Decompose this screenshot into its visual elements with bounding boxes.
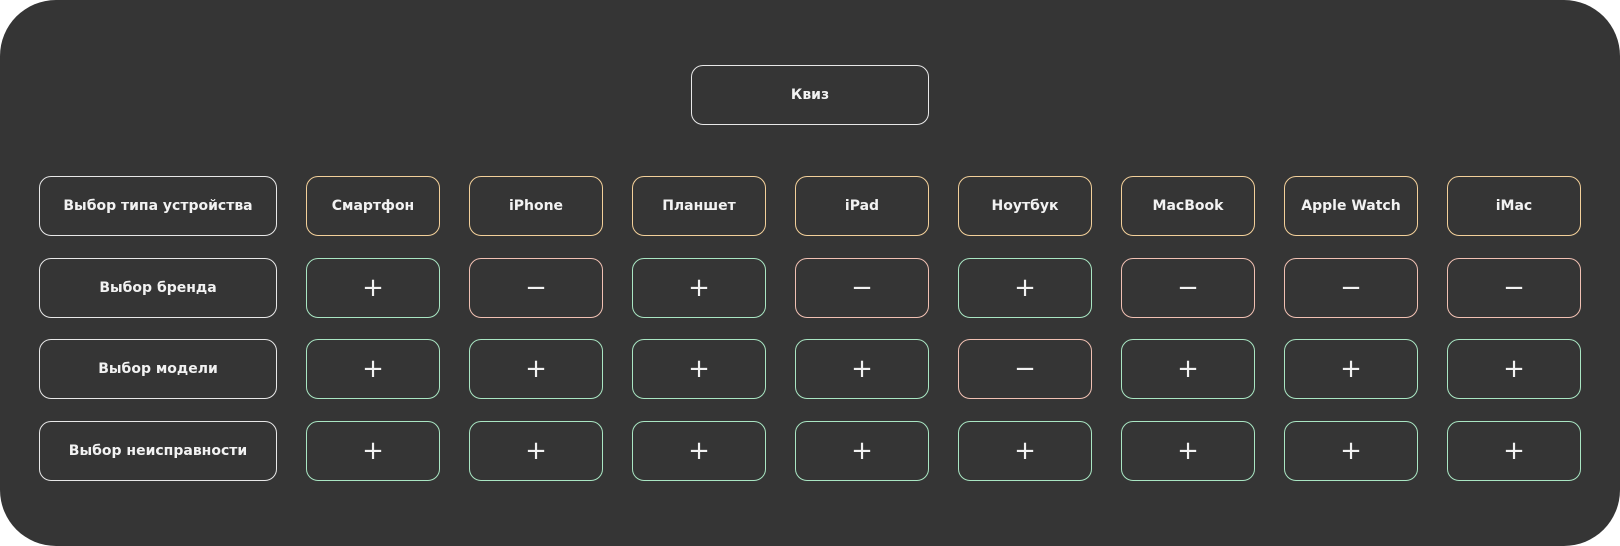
availability-cell-plus: + xyxy=(958,421,1092,481)
quiz-matrix-board: Квиз Выбор типа устройства Смартфон iPhone… xyxy=(0,0,1620,546)
availability-cell-plus: + xyxy=(1121,339,1255,399)
availability-cell-plus: + xyxy=(306,421,440,481)
availability-cell-plus: + xyxy=(306,258,440,318)
device-cell: iMac xyxy=(1447,176,1581,236)
device-cell: iPhone xyxy=(469,176,603,236)
plus-icon: + xyxy=(525,436,547,466)
availability-cell-plus: + xyxy=(469,339,603,399)
minus-icon: − xyxy=(851,273,873,303)
availability-cell-plus: + xyxy=(306,339,440,399)
device-cell: Ноутбук xyxy=(958,176,1092,236)
plus-icon: + xyxy=(362,436,384,466)
plus-icon: + xyxy=(362,354,384,384)
availability-cell-plus: + xyxy=(1121,421,1255,481)
plus-icon: + xyxy=(688,354,710,384)
plus-icon: + xyxy=(1340,436,1362,466)
availability-cell-minus: − xyxy=(1121,258,1255,318)
plus-icon: + xyxy=(1177,354,1199,384)
row-label-step: Выбор бренда xyxy=(39,258,277,318)
availability-cell-plus: + xyxy=(1447,339,1581,399)
minus-icon: − xyxy=(1014,354,1036,384)
availability-cell-minus: − xyxy=(469,258,603,318)
availability-cell-minus: − xyxy=(795,258,929,318)
device-cell: Смартфон xyxy=(306,176,440,236)
plus-icon: + xyxy=(1340,354,1362,384)
availability-cell-plus: + xyxy=(958,258,1092,318)
minus-icon: − xyxy=(1503,273,1525,303)
plus-icon: + xyxy=(688,436,710,466)
availability-cell-minus: − xyxy=(1447,258,1581,318)
row-label-device-type: Выбор типа устройства xyxy=(39,176,277,236)
availability-cell-plus: + xyxy=(795,421,929,481)
availability-cell-plus: + xyxy=(632,258,766,318)
plus-icon: + xyxy=(688,273,710,303)
plus-icon: + xyxy=(1014,273,1036,303)
availability-cell-plus: + xyxy=(1284,421,1418,481)
quiz-title: Квиз xyxy=(691,65,929,125)
row-label-step: Выбор неисправности xyxy=(39,421,277,481)
row-label-step: Выбор модели xyxy=(39,339,277,399)
availability-cell-plus: + xyxy=(632,421,766,481)
availability-cell-plus: + xyxy=(795,339,929,399)
availability-cell-minus: − xyxy=(1284,258,1418,318)
minus-icon: − xyxy=(1177,273,1199,303)
device-cell: Apple Watch xyxy=(1284,176,1418,236)
device-cell: MacBook xyxy=(1121,176,1255,236)
plus-icon: + xyxy=(1177,436,1199,466)
device-cell: iPad xyxy=(795,176,929,236)
availability-cell-minus: − xyxy=(958,339,1092,399)
availability-cell-plus: + xyxy=(469,421,603,481)
availability-cell-plus: + xyxy=(1284,339,1418,399)
plus-icon: + xyxy=(362,273,384,303)
plus-icon: + xyxy=(851,436,873,466)
plus-icon: + xyxy=(525,354,547,384)
minus-icon: − xyxy=(525,273,547,303)
device-cell: Планшет xyxy=(632,176,766,236)
minus-icon: − xyxy=(1340,273,1362,303)
plus-icon: + xyxy=(851,354,873,384)
plus-icon: + xyxy=(1503,436,1525,466)
availability-cell-plus: + xyxy=(632,339,766,399)
plus-icon: + xyxy=(1014,436,1036,466)
plus-icon: + xyxy=(1503,354,1525,384)
availability-cell-plus: + xyxy=(1447,421,1581,481)
